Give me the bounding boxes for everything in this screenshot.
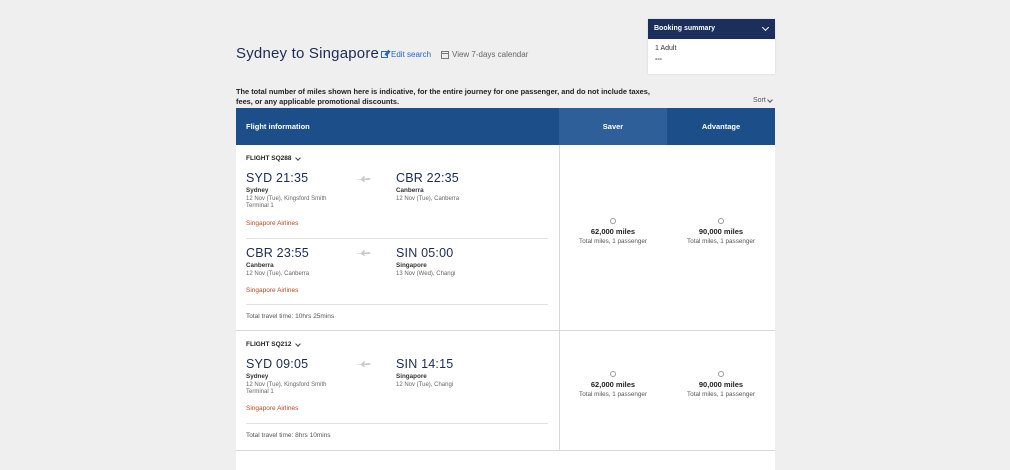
arrival-detail: 12 Nov (Tue), Canberra — [396, 196, 460, 202]
saver-fare-option[interactable]: 62,000 miles Total miles, 1 passenger — [559, 218, 667, 245]
column-header-saver: Saver — [559, 108, 667, 145]
flight-number-toggle[interactable]: FLIGHT SQ288 — [246, 154, 301, 162]
total-travel-time: Total travel time: 10hrs 25mins — [246, 313, 335, 320]
flight-number: FLIGHT SQ212 — [246, 341, 292, 348]
arrival-time: SIN 05:00 — [396, 246, 454, 260]
arrival-detail: 13 Nov (Wed), Changi — [396, 271, 456, 277]
fare-radio[interactable] — [610, 218, 616, 224]
departure-time: SYD 21:35 — [246, 171, 309, 185]
arrival-city: Singapore — [396, 262, 427, 269]
saver-miles: 62,000 miles — [590, 227, 636, 236]
plane-icon — [355, 361, 371, 367]
arrival-time: CBR 22:35 — [396, 171, 459, 185]
departure-terminal: Terminal 1 — [246, 203, 274, 209]
plane-icon — [355, 250, 371, 256]
advantage-miles: 90,000 miles — [698, 227, 744, 236]
operating-airline: Singapore Airlines — [246, 405, 299, 412]
miles-disclaimer: The total number of miles shown here is … — [236, 87, 650, 106]
booking-summary-title: Booking summary — [654, 25, 716, 32]
edit-search-label: Edit search — [391, 50, 432, 59]
booking-summary-panel: Booking summary 1 Adult --- — [648, 19, 775, 74]
advantage-miles-note: Total miles, 1 passenger — [687, 391, 755, 398]
calendar-icon — [441, 50, 449, 59]
chevron-down-icon — [294, 340, 301, 347]
flight-row: FLIGHT SQ288 SYD 21:35 Sydney 12 Nov (Tu… — [236, 145, 775, 331]
departure-detail: 12 Nov (Tue), Canberra — [246, 271, 310, 277]
saver-miles: 62,000 miles — [590, 380, 636, 389]
flight-number: FLIGHT SQ288 — [246, 155, 292, 162]
sort-dropdown[interactable]: Sort — [753, 96, 773, 104]
arrival-city: Singapore — [396, 373, 427, 380]
booking-summary-toggle[interactable]: Booking summary — [648, 19, 775, 39]
saver-fare-option[interactable]: 62,000 miles Total miles, 1 passenger — [559, 371, 667, 398]
column-header-flight-info: Flight information — [236, 108, 559, 145]
column-header-advantage: Advantage — [667, 108, 775, 145]
edit-icon — [381, 51, 388, 58]
chevron-down-icon — [294, 154, 301, 161]
advantage-miles-note: Total miles, 1 passenger — [687, 238, 755, 245]
chevron-down-icon — [761, 23, 770, 32]
advantage-fare-option[interactable]: 90,000 miles Total miles, 1 passenger — [667, 218, 775, 245]
edit-search-link[interactable]: Edit search — [381, 50, 431, 59]
advantage-fare-option[interactable]: 90,000 miles Total miles, 1 passenger — [667, 371, 775, 398]
flight-results-table: FLIGHT SQ288 SYD 21:35 Sydney 12 Nov (Tu… — [236, 145, 775, 470]
booking-total: --- — [655, 56, 662, 63]
arrival-detail: 12 Nov (Tue), Changi — [396, 382, 454, 388]
sort-label: Sort — [753, 97, 766, 104]
fare-radio[interactable] — [610, 371, 616, 377]
arrival-city: Canberra — [396, 187, 424, 194]
page-title: Sydney to Singapore — [236, 45, 380, 62]
passenger-count: 1 Adult — [655, 45, 677, 52]
saver-miles-note: Total miles, 1 passenger — [579, 391, 647, 398]
fare-radio[interactable] — [718, 218, 724, 224]
flight-number-toggle[interactable]: FLIGHT SQ212 — [246, 340, 301, 348]
segment-divider — [246, 238, 548, 239]
arrival-time: SIN 14:15 — [396, 357, 454, 371]
departure-city: Canberra — [246, 262, 274, 269]
departure-city: Sydney — [246, 187, 269, 194]
departure-time: CBR 23:55 — [246, 246, 309, 260]
operating-airline: Singapore Airlines — [246, 220, 299, 227]
flight-row: FLIGHT SQ212 SYD 09:05 Sydney 12 Nov (Tu… — [236, 331, 775, 451]
view-calendar-link[interactable]: View 7-days calendar — [441, 50, 528, 59]
departure-time: SYD 09:05 — [246, 357, 309, 371]
total-travel-time: Total travel time: 8hrs 10mins — [246, 432, 331, 439]
departure-detail: 12 Nov (Tue), Kingsford Smith — [246, 382, 327, 388]
departure-detail: 12 Nov (Tue), Kingsford Smith — [246, 196, 327, 202]
segment-divider — [246, 304, 548, 305]
view-calendar-label: View 7-days calendar — [452, 50, 529, 59]
chevron-down-icon — [767, 96, 773, 103]
fare-radio[interactable] — [718, 371, 724, 377]
advantage-miles: 90,000 miles — [698, 380, 744, 389]
segment-divider — [246, 423, 548, 424]
departure-city: Sydney — [246, 373, 269, 380]
plane-icon — [355, 176, 371, 182]
operating-airline: Singapore Airlines — [246, 287, 299, 294]
departure-terminal: Terminal 1 — [246, 389, 274, 395]
saver-miles-note: Total miles, 1 passenger — [579, 238, 647, 245]
